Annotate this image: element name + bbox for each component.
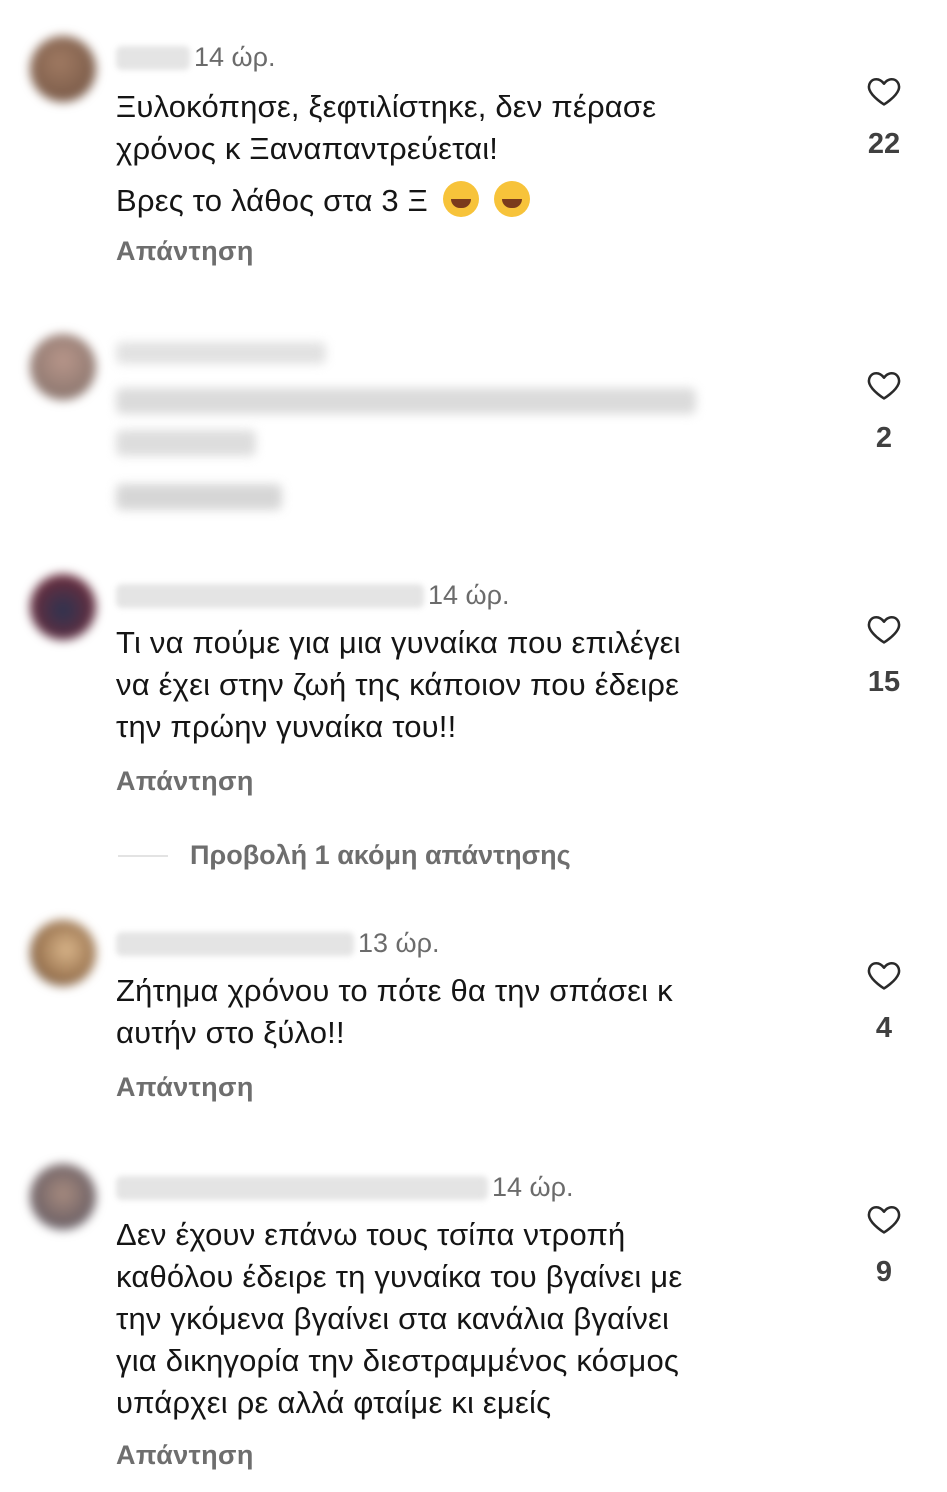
like-button[interactable]: 22 — [858, 72, 910, 161]
comment-line: Ζήτημα χρόνου το πότε θα την σπάσει κ — [116, 973, 673, 1008]
comment-text: Ζήτημα χρόνου το πότε θα την σπάσει κ αυ… — [116, 970, 836, 1054]
timestamp: 14 ώρ. — [428, 580, 510, 610]
reply-button[interactable]: Απάντηση — [116, 1072, 254, 1103]
comment-line: χρόνος κ Ξαναπαντρεύεται! — [116, 131, 499, 166]
comment-text: Δεν έχουν επάνω τους τσίπα ντροπή καθόλο… — [116, 1214, 836, 1424]
username-redacted[interactable] — [116, 1175, 488, 1200]
timestamp: 14 ώρ. — [194, 42, 276, 72]
comment-line: Δεν έχουν επάνω τους τσίπα ντροπή — [116, 1217, 626, 1252]
comment-line: Βρες το λάθος στα 3 Ξ — [116, 183, 429, 218]
comment-text: Τι να πούμε για μια γυναίκα που επιλέγει… — [116, 622, 836, 748]
reply-button[interactable]: Απάντηση — [116, 1440, 254, 1471]
avatar[interactable] — [30, 920, 96, 986]
heart-icon — [867, 616, 901, 644]
timestamp: 14 ώρ. — [492, 1172, 574, 1202]
like-count: 15 — [867, 666, 901, 698]
like-count: 4 — [875, 1012, 893, 1044]
view-more-replies-button[interactable]: Προβολή 1 ακόμη απάντησης — [118, 840, 571, 871]
avatar[interactable] — [30, 1164, 96, 1230]
like-button[interactable]: 9 — [858, 1200, 910, 1289]
avatar[interactable] — [30, 334, 96, 400]
like-count: 9 — [875, 1256, 893, 1288]
reply-button[interactable]: Απάντηση — [116, 236, 254, 267]
avatar[interactable] — [30, 36, 96, 102]
heart-icon — [867, 372, 901, 400]
heart-icon — [867, 1206, 901, 1234]
comment-meta: 14 ώρ. — [116, 1172, 573, 1203]
like-count: 22 — [867, 128, 901, 160]
comment-line: αυτήν στο ξύλο!! — [116, 1015, 345, 1050]
like-button[interactable]: 2 — [858, 366, 910, 455]
comment-line: Τι να πούμε για μια γυναίκα που επιλέγει — [116, 625, 681, 660]
comment-line: υπάρχει ρε αλλά φταίμε κι εμείς — [116, 1385, 552, 1420]
username-redacted[interactable] — [116, 583, 424, 608]
heart-icon — [867, 78, 901, 106]
like-count: 2 — [875, 422, 893, 454]
comment-line: να έχει στην ζωή της κάποιον που έδειρε — [116, 667, 680, 702]
comment-line: την πρώην γυναίκα του!! — [116, 709, 457, 744]
rolling-on-floor-laughing-icon — [493, 181, 530, 217]
comment-text: Ξυλοκόπησε, ξεφτιλίστηκε, δεν πέρασε χρό… — [116, 86, 836, 222]
like-button[interactable]: 4 — [858, 956, 910, 1045]
comment-meta: 13 ώρ. — [116, 928, 439, 959]
comment-line: την γκόμενα βγαίνει στα κανάλια βγαίνει — [116, 1301, 670, 1336]
reply-button[interactable]: Απάντηση — [116, 766, 254, 797]
timestamp: 13 ώρ. — [358, 928, 440, 958]
comment-line-with-emoji: Βρες το λάθος στα 3 Ξ — [116, 180, 836, 222]
heart-icon — [867, 962, 901, 990]
username-redacted[interactable] — [116, 931, 354, 956]
avatar[interactable] — [30, 574, 96, 640]
view-more-replies-label: Προβολή 1 ακόμη απάντησης — [190, 840, 571, 870]
thread-divider-line — [118, 854, 168, 857]
comment-line: για δικηγορία την διεστραμμένος κόσμος — [116, 1343, 680, 1378]
comment-meta: 14 ώρ. — [116, 580, 509, 611]
comment-line: καθόλου έδειρε τη γυναίκα του βγαίνει με — [116, 1259, 683, 1294]
comment-line: Ξυλοκόπησε, ξεφτιλίστηκε, δεν πέρασε — [116, 89, 657, 124]
username-redacted[interactable] — [116, 45, 190, 70]
rolling-on-floor-laughing-icon — [442, 181, 479, 217]
like-button[interactable]: 15 — [858, 610, 910, 699]
comment-meta: 14 ώρ. — [116, 42, 275, 73]
